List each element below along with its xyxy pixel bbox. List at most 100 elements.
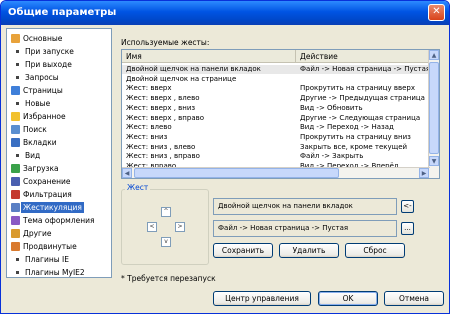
horizontal-scrollbar[interactable]: ◀ ▶ — [122, 167, 430, 178]
save-icon — [11, 177, 20, 186]
scroll-down-icon[interactable]: ▼ — [429, 156, 439, 166]
sidebar-item-label: Страницы — [23, 86, 63, 95]
table-row[interactable]: Жест: вверх , вправо Другие -> Следующая … — [122, 114, 430, 123]
bullet-icon — [16, 258, 19, 261]
sidebar-item-label: Плагины MyIE2 — [25, 268, 85, 277]
options-dialog: Общие параметры ✕ Основные При запуске При… — [0, 0, 450, 314]
star-icon — [11, 112, 20, 121]
filter-icon — [11, 190, 20, 199]
bullet-icon — [16, 271, 19, 274]
sidebar-item-label: Основные — [23, 34, 63, 43]
scroll-right-icon[interactable]: ▶ — [419, 168, 429, 178]
gestures-section-label: Используемые жесты: — [121, 38, 210, 47]
settings-tree[interactable]: Основные При запуске При выходе Запросы Стра… — [6, 28, 112, 278]
sidebar-item-label: Загрузка — [23, 164, 59, 173]
column-header-name[interactable]: Имя — [122, 50, 296, 63]
scroll-up-icon[interactable]: ▲ — [429, 50, 439, 60]
sidebar-item-label: Жестикуляция — [21, 202, 84, 213]
gesture-action-cell: Другие -> Следующая страница — [300, 113, 421, 122]
sidebar-item-label: Вид — [25, 151, 41, 160]
download-icon — [11, 164, 20, 173]
delete-button[interactable]: Удалить — [279, 243, 339, 258]
arrow-right-button[interactable]: > — [175, 222, 185, 232]
table-row[interactable]: Двойной щелчок на странице — [122, 75, 430, 84]
bullet-icon — [16, 102, 19, 105]
table-row[interactable]: Жест: вниз , вправо Файл -> Закрыть — [122, 152, 430, 161]
sidebar-item-label: Вкладки — [23, 138, 57, 147]
gesture-action-cell: Закрыть все, кроме текущей — [300, 142, 408, 151]
gesture-action-cell: Другие -> Предыдущая страница — [300, 94, 425, 103]
backspace-button[interactable]: <- — [401, 200, 414, 213]
gesture-name-cell: Двойной щелчок на панели вкладок — [126, 65, 261, 73]
gesture-name-cell: Жест: вниз , влево — [126, 142, 196, 151]
ok-button[interactable]: OK — [318, 291, 378, 306]
gesture-action-cell: Вид -> Переход -> Назад — [300, 123, 394, 132]
arrow-down-button[interactable]: v — [161, 237, 171, 247]
sidebar-item-label: Фильтрация — [23, 190, 72, 199]
other-icon — [11, 229, 20, 238]
table-row[interactable]: Жест: вверх , вниз Вид -> Обновить — [122, 104, 430, 113]
sidebar-item-label: Сохранение — [23, 177, 71, 186]
table-row[interactable]: Жест: влево Вид -> Переход -> Назад — [122, 123, 430, 132]
gestures-table[interactable]: Имя Действие Двойной щелчок на панели вк… — [121, 49, 440, 179]
gesture-group-label: Жест — [125, 183, 151, 192]
pages-icon — [11, 86, 20, 95]
reset-button[interactable]: Сброс — [345, 243, 405, 258]
sidebar-item-label: При запуске — [25, 47, 74, 56]
gesture-name-cell: Жест: вниз , вправо — [126, 152, 200, 161]
bullet-icon — [16, 63, 19, 66]
cancel-button[interactable]: Отмена — [384, 291, 444, 306]
gesture-name-cell: Жест: вверх , вправо — [126, 113, 205, 122]
sidebar-item-label: Поиск — [23, 125, 47, 134]
save-button[interactable]: Сохранить — [213, 243, 273, 258]
gesture-action-cell: Прокрутить на страницу вниз — [300, 132, 411, 141]
theme-icon — [11, 216, 20, 225]
gesture-name-cell: Двойной щелчок на странице — [126, 74, 237, 83]
sidebar-item-label: Продвинутые — [23, 242, 77, 251]
table-row[interactable]: Жест: вверх Прокрутить на страницу вверх — [122, 84, 430, 93]
sidebar-item-label: Новые — [25, 99, 51, 108]
gesture-action-cell: Файл -> Новая страница -> Пустая — [300, 65, 430, 73]
gesture-groupbox — [121, 189, 209, 265]
gesture-action-cell: Прокрутить на страницу вверх — [300, 84, 416, 93]
control-center-button[interactable]: Центр управления — [213, 291, 311, 306]
table-row[interactable]: Жест: вниз , влево Закрыть все, кроме тек… — [122, 143, 430, 152]
tabs-icon — [11, 138, 20, 147]
arrow-up-button[interactable]: ^ — [161, 207, 171, 217]
table-row[interactable]: Двойной щелчок на панели вкладок Файл -> … — [122, 65, 430, 74]
gesture-action-cell: Вид -> Обновить — [300, 103, 363, 112]
gesture-action-field[interactable]: Файл -> Новая страница -> Пустая — [213, 220, 397, 237]
table-row[interactable]: Жест: вверх , влево Другие -> Предыдущая … — [122, 94, 430, 103]
advanced-icon — [11, 242, 20, 251]
gesture-icon — [11, 203, 20, 212]
close-button[interactable]: ✕ — [428, 4, 445, 21]
table-row[interactable]: Жест: вниз Прокрутить на страницу вниз — [122, 133, 430, 142]
search-icon — [11, 125, 20, 134]
sidebar-item-label: Другие — [23, 229, 52, 238]
gesture-name-field[interactable]: Двойной щелчок на панели вкладок — [213, 198, 397, 215]
sidebar-item-label: Тема оформления — [23, 216, 95, 225]
gesture-name-cell: Жест: вверх , вниз — [126, 103, 196, 112]
gesture-action-cell: Файл -> Закрыть — [300, 152, 364, 161]
window-title: Общие параметры — [8, 7, 117, 18]
gesture-name-cell: Жест: вверх — [126, 84, 172, 93]
arrow-left-button[interactable]: < — [147, 222, 157, 232]
restart-note: * Требуется перезапуск — [121, 274, 216, 283]
sidebar-item-label: Избранное — [23, 112, 66, 121]
title-bar[interactable]: Общие параметры ✕ — [1, 1, 449, 25]
hscroll-thumb[interactable] — [134, 168, 339, 178]
bullet-icon — [16, 154, 19, 157]
gesture-name-cell: Жест: вниз — [126, 132, 168, 141]
bullet-icon — [16, 76, 19, 79]
bullet-icon — [16, 50, 19, 53]
scroll-thumb[interactable] — [429, 62, 439, 154]
sidebar-item-label: Плагины IE — [25, 255, 70, 264]
browse-action-button[interactable]: ... — [401, 222, 414, 235]
table-header: Имя Действие — [122, 50, 430, 63]
gesture-name-cell: Жест: влево — [126, 123, 172, 132]
vertical-scrollbar[interactable]: ▲ ▼ — [428, 50, 439, 178]
column-header-action[interactable]: Действие — [296, 50, 430, 63]
scroll-left-icon[interactable]: ◀ — [122, 168, 132, 178]
checklist-icon — [11, 34, 20, 43]
sidebar-item-label: Запросы — [25, 73, 59, 82]
